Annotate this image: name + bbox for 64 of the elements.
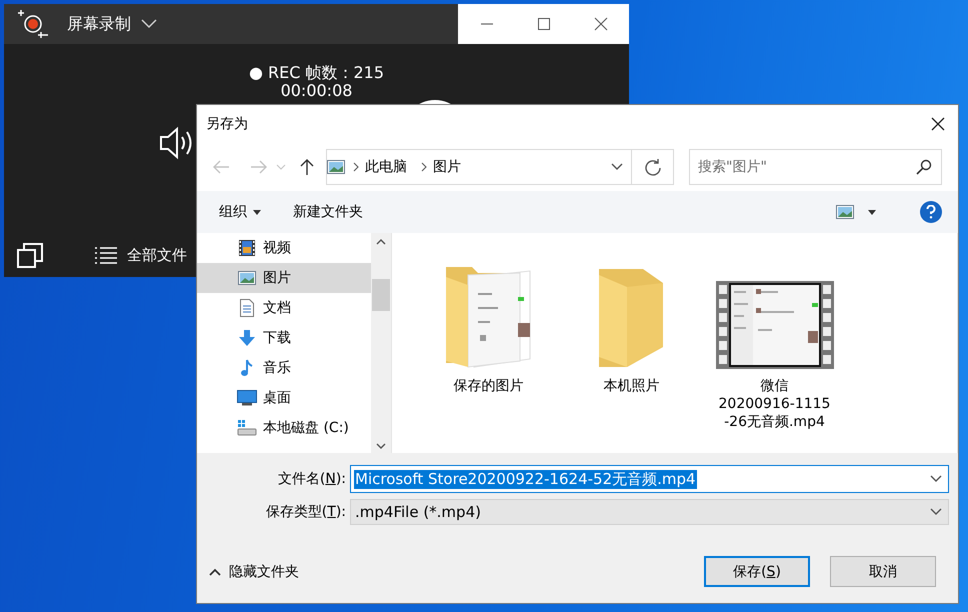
maximize-icon [538,18,550,30]
navigation-item[interactable]: 桌面 [197,383,371,413]
drive-icon [237,420,257,436]
music-note-icon [240,359,254,377]
new-folder-button[interactable]: 新建文件夹 [285,199,371,225]
file-type-dropdown[interactable]: .mp4File (*.mp4) [350,499,949,525]
film-icon [238,239,256,257]
landscape-picture-icon [238,270,256,286]
scrollbar[interactable] [371,233,391,453]
breadcrumb-item[interactable]: 图片 [433,158,461,176]
list-icon [95,246,117,264]
window-overlap-icon[interactable] [17,242,43,268]
chevron-up-icon [209,568,221,576]
file-name[interactable]: 微信 20200916-1115 -26无音频.mp4 [718,377,830,431]
file-name-field[interactable]: Microsoft Store20200922-1624-52无音频.mp4 [350,465,949,493]
navigation-item[interactable]: 视频 [197,233,371,263]
chevron-down-icon[interactable] [930,508,942,516]
field-label: 文件名(N): [276,470,347,488]
help-button[interactable] [920,201,942,223]
dialog-button[interactable]: 保存(S) [704,556,810,587]
organize-button[interactable]: 组织 [211,199,269,225]
landscape-picture-icon [327,159,345,175]
navigation-item[interactable]: 本地磁盘 (C:) [197,413,371,443]
chevron-right-icon [421,162,427,172]
right-arrow-icon [250,160,268,174]
all-files-button[interactable]: 全部文件 [95,246,187,264]
monitor-icon [237,390,257,406]
chevron-down-icon[interactable] [930,475,942,483]
dialog-title: 另存为 [206,115,248,133]
address-bar[interactable]: 此电脑 图片 [326,149,632,185]
scroll-up-icon[interactable] [376,239,386,245]
recording-status: ● REC 帧数：215 [248,64,384,82]
close-icon [931,117,945,131]
refresh-button[interactable] [632,149,674,185]
caret-icon [253,210,261,214]
navigation-item[interactable]: 下载 [197,323,371,353]
file-name[interactable]: 本机照片 [604,377,660,395]
search-field[interactable]: 搜索"图片" [689,149,942,185]
question-mark-icon [926,205,936,219]
chevron-down-icon [276,164,286,170]
navigation-item[interactable]: 文档 [197,293,371,323]
chevron-down-icon[interactable] [611,163,623,171]
breadcrumb-item[interactable]: 此电脑 [365,158,407,176]
scroll-down-icon[interactable] [376,443,386,449]
elapsed-time: 00:00:08 [280,82,352,100]
search-icon [916,159,932,175]
caret-icon [868,210,876,214]
file-name[interactable]: 保存的图片 [454,377,524,395]
navigation-item[interactable]: 图片 [197,263,371,293]
scrollbar-thumb[interactable] [372,279,390,311]
left-arrow-icon [212,160,230,174]
document-icon [239,299,255,317]
chevron-right-icon [353,162,359,172]
landscape-picture-icon [836,205,854,219]
hide-folders-button[interactable]: 隐藏文件夹 [209,562,299,580]
down-arrow-icon [238,329,256,347]
crop-record-icon [17,9,49,39]
field-label: 保存类型(T): [264,503,347,521]
app-title: 屏幕录制 [67,14,131,34]
refresh-icon [644,158,662,176]
up-arrow-icon [300,158,314,176]
navigation-item[interactable]: 音乐 [197,353,371,383]
dialog-button[interactable]: 取消 [830,556,936,587]
close-icon [594,17,608,31]
